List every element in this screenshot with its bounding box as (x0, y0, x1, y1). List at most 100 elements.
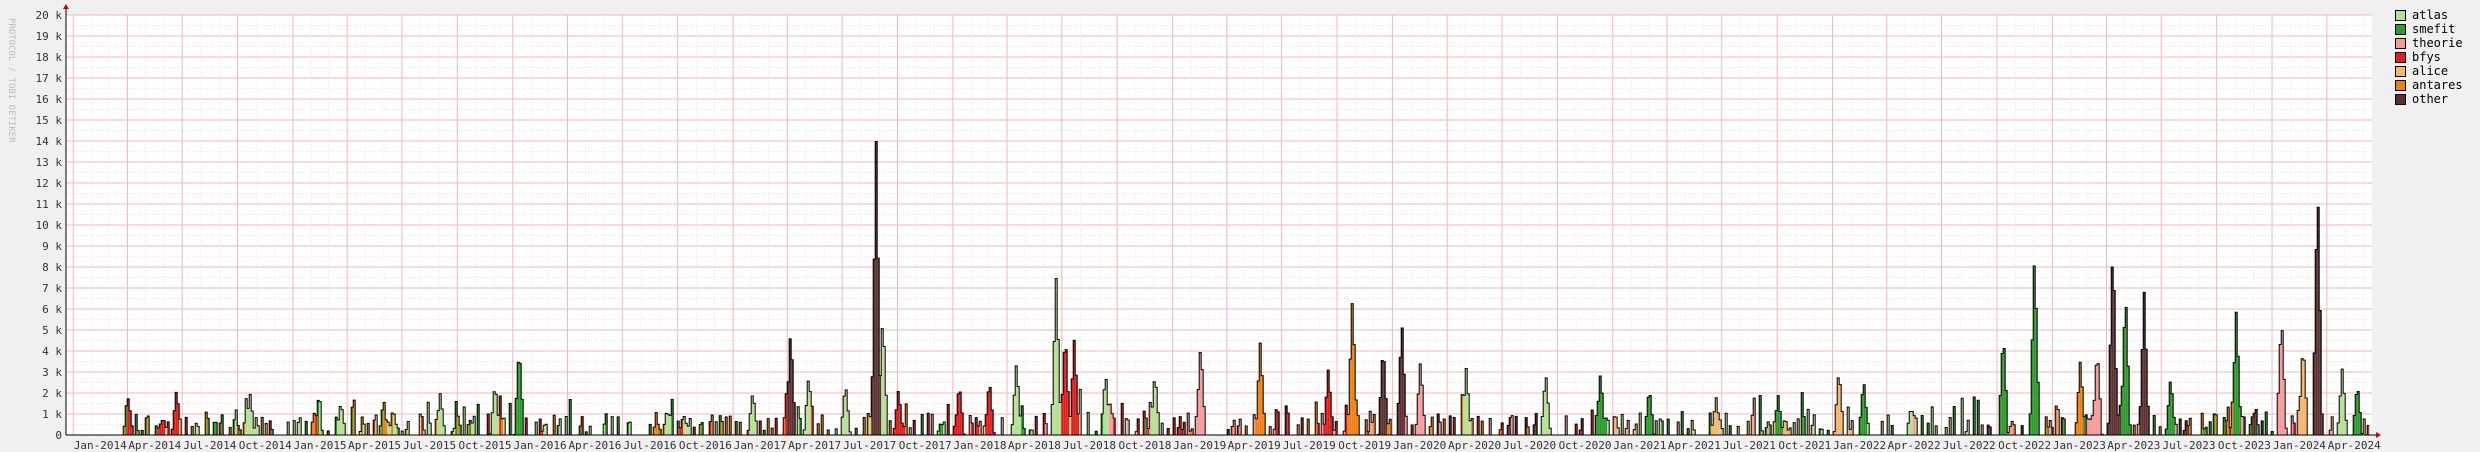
legend-item-atlas: atlas (2395, 8, 2463, 22)
area-segment-other (2187, 425, 2190, 435)
y-tick-label: 6 k (42, 303, 62, 316)
legend-swatch (2395, 37, 2406, 49)
x-tick-label: Jan-2023 (2053, 439, 2106, 452)
x-tick-label: Jan-2020 (1393, 439, 1446, 452)
legend-item-bfys: bfys (2395, 50, 2463, 64)
y-tick-label: 20 k (36, 9, 63, 22)
x-tick-label: Oct-2018 (1118, 439, 1171, 452)
y-tick-label: 7 k (42, 282, 62, 295)
area-segment-alice (1849, 429, 1852, 435)
x-tick-label: Jan-2015 (294, 439, 347, 452)
x-tick-label: Jul-2018 (1063, 439, 1116, 452)
area-segment-atlas (667, 414, 670, 435)
x-tick-label: Oct-2019 (1338, 439, 1391, 452)
grid (66, 14, 2372, 436)
area-segment-other (1181, 429, 1184, 435)
x-tick-label: Jul-2019 (1283, 439, 1336, 452)
x-tick-label: Apr-2016 (568, 439, 621, 452)
legend-swatch (2395, 65, 2406, 77)
area-segment-other (2225, 420, 2228, 435)
area-segment-other (2229, 427, 2232, 435)
area-segment-other (879, 375, 882, 435)
area-segment-theorie (2241, 416, 2244, 435)
x-tick-label: Jan-2019 (1173, 439, 1226, 452)
area-segment-smefit (1603, 418, 1606, 435)
area-segment-atlas (669, 415, 672, 435)
y-tick-label: 10 k (36, 219, 63, 232)
legend-item-alice: alice (2395, 64, 2463, 78)
area-segment-atlas (165, 427, 168, 435)
area-segment-atlas (1469, 420, 1472, 435)
area-segment-antares (1189, 431, 1192, 435)
legend-item-smefit: smefit (2395, 22, 2463, 36)
y-tick-label: 8 k (42, 261, 62, 274)
x-tick-label: Jan-2017 (734, 439, 787, 452)
y-tick-label: 16 k (36, 93, 63, 106)
area-segment-theorie (1333, 430, 1336, 435)
area-segment-atlas (1059, 402, 1062, 435)
y-tick-label: 3 k (42, 366, 62, 379)
side-label: PROTOCOL / TOBI OETIKER (6, 18, 16, 143)
x-tick-label: Oct-2021 (1778, 439, 1831, 452)
area-segment-antares (1255, 418, 1258, 435)
y-tick-label: 0 (55, 429, 62, 442)
area-segment-bfys (1077, 413, 1080, 435)
area-segment-bfys (977, 425, 980, 435)
area-segment-antares (501, 418, 504, 435)
area-segment-atlas (869, 416, 872, 435)
area-segment-other (2117, 415, 2120, 435)
y-tick-label: 14 k (36, 135, 63, 148)
y-tick-label: 15 k (36, 114, 63, 127)
y-tick-label: 13 k (36, 156, 63, 169)
x-tick-label: Apr-2024 (2328, 439, 2381, 452)
x-tick-label: Jul-2016 (624, 439, 677, 452)
area-segment-smefit (941, 424, 944, 435)
area-segment-bfys (315, 415, 318, 435)
area-segment-atlas (1107, 404, 1110, 435)
x-tick-label: Apr-2020 (1448, 439, 1501, 452)
y-tick-label: 1 k (42, 408, 62, 421)
area-segment-atlas (389, 425, 392, 435)
area-segment-alice (1787, 429, 1790, 435)
x-axis-ticks: Jan-2014 Apr-2014 Jul-2014 Oct-2014 Jan-2015… (74, 439, 2381, 452)
legend-swatch (2395, 51, 2406, 63)
y-tick-label: 19 k (36, 30, 63, 43)
y-tick-label: 18 k (36, 51, 63, 64)
area-segment-smefit (1781, 427, 1784, 435)
legend-label: atlas (2412, 8, 2449, 22)
legend-item-antares: antares (2395, 78, 2463, 92)
y-tick-label: 17 k (36, 72, 63, 85)
area-segment-alice (1711, 425, 1714, 435)
x-tick-label: Jul-2017 (843, 439, 896, 452)
x-tick-label: Apr-2015 (348, 439, 401, 452)
legend-label: alice (2412, 64, 2449, 78)
legend-label: antares (2412, 78, 2463, 92)
x-tick-label: Jan-2024 (2273, 439, 2326, 452)
area-segment-bfys (541, 431, 544, 435)
area-segment-bfys (1147, 428, 1150, 435)
legend-swatch (2395, 9, 2406, 21)
x-tick-label: Oct-2017 (899, 439, 952, 452)
x-tick-label: Jan-2016 (514, 439, 567, 452)
y-tick-label: 5 k (42, 324, 62, 337)
x-tick-label: Apr-2017 (788, 439, 841, 452)
x-tick-label: Jul-2014 (183, 439, 236, 452)
area-segment-theorie (2087, 418, 2090, 435)
area-segment-atlas (497, 415, 500, 435)
x-tick-label: Apr-2018 (1008, 439, 1061, 452)
x-tick-label: Oct-2015 (459, 439, 512, 452)
x-tick-label: Apr-2014 (128, 439, 181, 452)
legend-swatch (2395, 23, 2406, 35)
y-tick-label: 4 k (42, 345, 62, 358)
legend-label: smefit (2412, 22, 2456, 36)
area-segment-bfys (1323, 423, 1326, 435)
x-tick-label: Apr-2019 (1228, 439, 1281, 452)
area-segment-atlas (1069, 416, 1072, 435)
area-segment-atlas (337, 419, 340, 435)
x-tick-label: Jul-2015 (403, 439, 456, 452)
x-tick-label: Jul-2021 (1723, 439, 1776, 452)
x-tick-label: Jan-2022 (1833, 439, 1886, 452)
x-tick-label: Oct-2020 (1559, 439, 1612, 452)
area-segment-atlas (247, 408, 250, 435)
x-tick-label: Oct-2022 (1998, 439, 2051, 452)
